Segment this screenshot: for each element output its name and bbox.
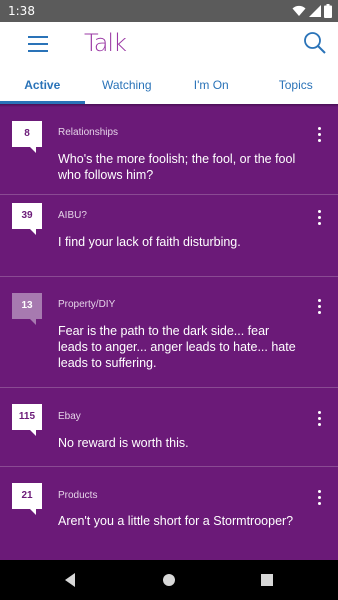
thread-row[interactable]: 115 Ebay No reward is worth this. — [0, 388, 338, 467]
thread-category: Ebay — [58, 411, 81, 422]
back-icon[interactable] — [61, 570, 81, 590]
message-count-badge: 21 — [12, 483, 42, 515]
status-bar: 1:38 — [0, 0, 338, 22]
thread-row[interactable]: 13 Property/DIY Fear is the path to the … — [0, 277, 338, 388]
thread-list: 8 Relationships Who's the more foolish; … — [0, 107, 338, 562]
status-icons — [292, 3, 332, 19]
app-logo: Talk — [84, 29, 127, 57]
more-options-icon[interactable] — [316, 210, 324, 226]
status-time: 1:38 — [8, 4, 35, 18]
tab-active[interactable]: Active — [0, 66, 85, 104]
thread-row[interactable]: 39 AIBU? I find your lack of faith distu… — [0, 195, 338, 277]
recents-icon[interactable] — [257, 570, 277, 590]
wifi-icon — [292, 5, 306, 16]
app-bar: Talk — [0, 22, 338, 66]
more-options-icon[interactable] — [316, 411, 324, 427]
home-icon[interactable] — [159, 570, 179, 590]
message-count-badge: 115 — [12, 404, 42, 436]
hamburger-menu-icon[interactable] — [26, 33, 50, 55]
thread-category: Property/DIY — [58, 299, 116, 310]
thread-title: Aren't you a little short for a Stormtro… — [58, 514, 294, 528]
battery-icon — [324, 4, 332, 18]
thread-title: No reward is worth this. — [58, 436, 189, 450]
thread-title: I find your lack of faith disturbing. — [58, 235, 241, 249]
tab-bar: Active Watching I'm On Topics — [0, 66, 338, 104]
tab-watching[interactable]: Watching — [85, 66, 170, 104]
thread-title: Fear is the path to the dark side... fea… — [58, 324, 296, 370]
message-count-badge: 39 — [12, 203, 42, 235]
more-options-icon[interactable] — [316, 490, 324, 506]
thread-category: Products — [58, 490, 98, 501]
thread-category: Relationships — [58, 127, 119, 138]
thread-row[interactable]: 8 Relationships Who's the more foolish; … — [0, 107, 338, 195]
thread-category: AIBU? — [58, 210, 87, 221]
message-count-badge: 13 — [12, 293, 42, 325]
more-options-icon[interactable] — [316, 127, 324, 143]
tab-im-on[interactable]: I'm On — [169, 66, 254, 104]
system-nav-bar — [0, 560, 338, 600]
thread-row[interactable]: 21 Products Aren't you a little short fo… — [0, 467, 338, 562]
signal-icon — [309, 5, 321, 17]
tab-topics[interactable]: Topics — [254, 66, 338, 104]
more-options-icon[interactable] — [316, 299, 324, 315]
thread-title: Who's the more foolish; the fool, or the… — [58, 152, 296, 182]
search-icon[interactable] — [302, 30, 328, 56]
message-count-badge: 8 — [12, 121, 42, 153]
